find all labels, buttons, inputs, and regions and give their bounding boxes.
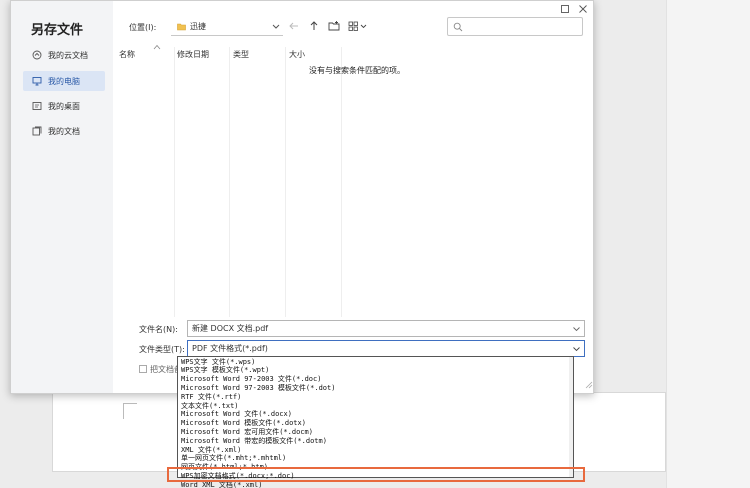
column-header-type[interactable]: 类型 (233, 49, 249, 60)
dropdown-option[interactable]: WPS加密文档格式(*.docx;*.doc) (178, 472, 573, 481)
filetype-select[interactable]: PDF 文件格式(*.pdf) (187, 340, 585, 357)
dropdown-option[interactable]: Microsoft Word 带宏的模板文件(*.dotm) (178, 437, 573, 446)
column-header-size[interactable]: 大小 (289, 49, 305, 60)
dropdown-option[interactable]: Microsoft Word 97-2003 模板文件(*.dot) (178, 384, 573, 393)
chevron-down-icon (572, 345, 581, 353)
computer-icon (31, 76, 42, 87)
column-separator (341, 47, 342, 317)
dropdown-option[interactable]: 单一网页文件(*.mht;*.mhtml) (178, 454, 573, 463)
dialog-title: 另存文件 (31, 23, 84, 38)
desktop-icon (31, 101, 42, 112)
sidebar-item-documents[interactable]: 我的文档 (23, 121, 105, 141)
sidebar-item-label: 我的文档 (48, 126, 80, 136)
sidebar-item-cloud-docs[interactable]: 我的云文档 (23, 45, 105, 65)
back-button[interactable] (287, 19, 301, 33)
new-folder-icon (328, 21, 340, 31)
cloud-icon (31, 50, 42, 61)
sidebar-item-my-computer[interactable]: 我的电脑 (23, 71, 105, 91)
arrow-left-icon (289, 22, 298, 30)
sidebar-item-desktop[interactable]: 我的桌面 (23, 96, 105, 116)
column-header-modified[interactable]: 修改日期 (177, 49, 209, 60)
view-mode-button[interactable] (347, 19, 371, 33)
background-panel (666, 0, 750, 488)
location-value: 迅捷 (190, 21, 206, 31)
dropdown-option[interactable]: Microsoft Word 文件(*.docx) (178, 410, 573, 419)
up-folder-button[interactable] (307, 19, 321, 33)
filetype-value: PDF 文件格式(*.pdf) (192, 344, 268, 353)
filename-label: 文件名(N): (139, 325, 178, 334)
sidebar-item-label: 我的桌面 (48, 101, 80, 111)
filetype-label: 文件类型(T): (139, 345, 185, 354)
resize-grip-icon[interactable] (583, 379, 595, 391)
backup-checkbox[interactable] (139, 365, 147, 373)
dropdown-option[interactable]: Microsoft Word 97-2003 文件(*.doc) (178, 375, 573, 384)
document-corner-mark (123, 403, 137, 419)
dropdown-option[interactable]: RTF 文件(*.rtf) (178, 393, 573, 402)
location-dropdown[interactable]: 迅捷 (171, 17, 283, 36)
arrow-up-icon (310, 21, 318, 30)
documents-icon (31, 126, 42, 137)
location-label: 位置(I): (129, 23, 157, 32)
folder-icon (177, 22, 186, 31)
close-icon[interactable] (577, 3, 589, 15)
new-folder-button[interactable] (327, 19, 341, 33)
column-separator (285, 47, 286, 317)
filetype-dropdown-list: WPS文字 文件(*.wps) WPS文字 模板文件(*.wpt) Microsof… (177, 356, 574, 488)
search-input[interactable] (447, 17, 583, 36)
column-header-name[interactable]: 名称 (119, 49, 135, 60)
save-as-dialog: 另存文件 我的云文档 我的电脑 我的桌面 我的文档 位置(I): 迅捷 名称 修… (10, 0, 594, 394)
sort-ascending-icon (153, 43, 161, 50)
dropdown-option[interactable]: 网页文件(*.html;*.htm) (178, 463, 573, 472)
dropdown-option[interactable]: WPS文字 模板文件(*.wpt) (178, 366, 573, 375)
empty-results-message: 没有与搜索条件匹配的项。 (309, 66, 405, 75)
maximize-icon[interactable] (559, 3, 571, 15)
chevron-down-icon (572, 325, 581, 333)
grid-view-icon (348, 21, 367, 31)
filename-input[interactable]: 新建 DOCX 文档.pdf (187, 320, 585, 337)
dropdown-option[interactable]: XML 文件(*.xml) (178, 446, 573, 455)
sidebar-item-label: 我的电脑 (48, 76, 80, 86)
filename-value: 新建 DOCX 文档.pdf (192, 324, 269, 333)
search-icon (453, 22, 463, 32)
dropdown-option[interactable]: Word XML 文档(*.xml) (178, 481, 573, 488)
chevron-down-icon (271, 21, 281, 31)
dropdown-option[interactable]: Microsoft Word 模板文件(*.dotx) (178, 419, 573, 428)
sidebar-item-label: 我的云文档 (48, 50, 88, 60)
column-separator (229, 47, 230, 317)
dropdown-option[interactable]: WPS文字 文件(*.wps) (178, 358, 573, 367)
column-separator (174, 47, 175, 317)
dropdown-option[interactable]: Microsoft Word 宏可用文件(*.docm) (178, 428, 573, 437)
dropdown-option[interactable]: 文本文件(*.txt) (178, 402, 573, 411)
sidebar: 另存文件 我的云文档 我的电脑 我的桌面 我的文档 (11, 1, 113, 393)
